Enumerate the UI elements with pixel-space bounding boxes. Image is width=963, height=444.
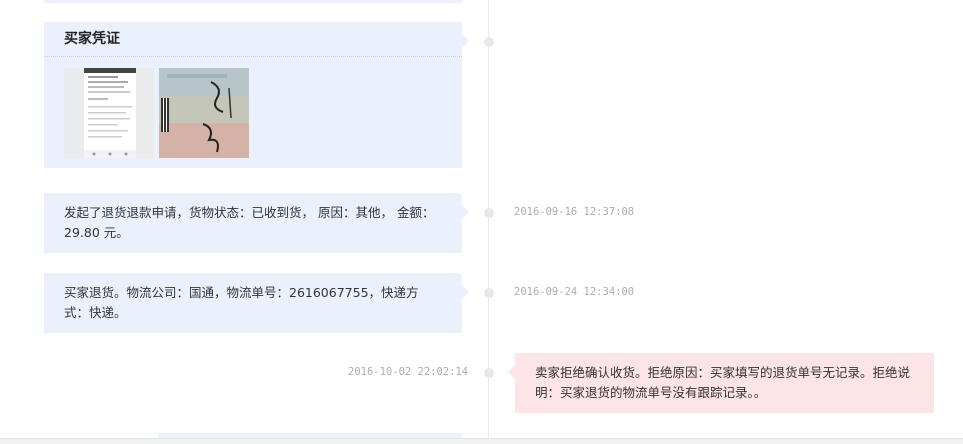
bottom-divider (0, 438, 963, 444)
shipping-label-image (159, 68, 249, 158)
evidence-title: 买家凭证 (44, 22, 462, 57)
event-card-seller-reject: 卖家拒绝确认收货。拒绝原因：买家填写的退货单号无记录。拒绝说明：买家退货的物流单… (508, 353, 934, 413)
timeline-dot-event-2 (484, 288, 494, 298)
event-text: 卖家拒绝确认收货。拒绝原因：买家填写的退货单号无记录。拒绝说明：买家退货的物流单… (535, 365, 911, 400)
event-text: 买家退货。物流公司：国通，物流单号：2616067755，快递方式：快递。 (64, 285, 419, 320)
evidence-image-shipping-label[interactable] (159, 68, 249, 158)
buyer-evidence-card: 买家凭证 (44, 22, 469, 168)
evidence-image-phone-screenshot[interactable] (64, 68, 154, 158)
event-card-buyer-return: 买家退货。物流公司：国通，物流单号：2616067755，快递方式：快递。 (44, 273, 469, 333)
event-card-refund-request: 发起了退货退款申请，货物状态：已收到货， 原因：其他， 金额：29.80 元。 (44, 193, 469, 253)
phone-screenshot-image (64, 68, 154, 158)
timeline-dot-event-1 (484, 208, 494, 218)
timeline-dot-event-3 (484, 368, 494, 378)
timeline-dot-evidence (484, 37, 494, 47)
event-text: 发起了退货退款申请，货物状态：已收到货， 原因：其他， 金额：29.80 元。 (64, 205, 435, 240)
event-timestamp: 2016-09-16 12:37:08 (514, 206, 635, 218)
event-timestamp: 2016-09-24 12:34:00 (514, 286, 635, 298)
event-timestamp: 2016-10-02 22:02:14 (348, 366, 469, 378)
previous-card-edge (44, 0, 462, 3)
